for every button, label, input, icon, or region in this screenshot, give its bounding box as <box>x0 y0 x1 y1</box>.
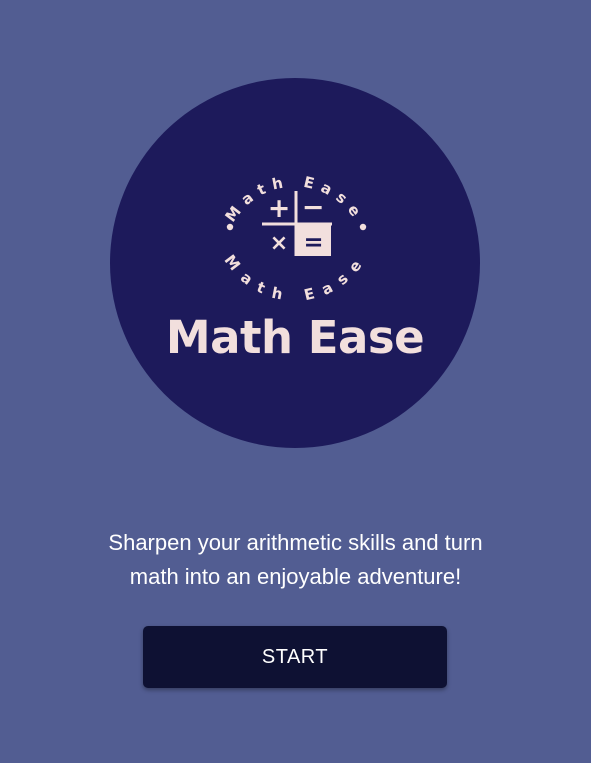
tagline: Sharpen your arithmetic skills and turn … <box>60 526 531 594</box>
ring-dot-right <box>359 223 367 231</box>
tagline-line-2: math into an enjoyable adventure! <box>129 564 462 589</box>
times-symbol: × <box>270 231 288 256</box>
tagline-line-1: Sharpen your arithmetic skills and turn <box>108 530 483 555</box>
ring-dot-left <box>226 223 234 231</box>
math-symbols-icon: + − × = <box>262 191 332 256</box>
logo-ring-text-bottom: Math Ease <box>221 251 370 305</box>
logo-emblem: Math Ease Math Ease + − × = <box>221 172 370 305</box>
equals-symbol: = <box>303 228 323 256</box>
app-logo: Math Ease Math Ease + − × = Math Ease <box>110 78 480 448</box>
welcome-screen: Math Ease Math Ease + − × = Math Ease Sh… <box>0 0 591 763</box>
start-button[interactable]: START <box>143 626 447 688</box>
minus-symbol: − <box>302 192 325 223</box>
plus-symbol: + <box>268 193 291 224</box>
logo-app-name: Math Ease <box>165 311 425 364</box>
